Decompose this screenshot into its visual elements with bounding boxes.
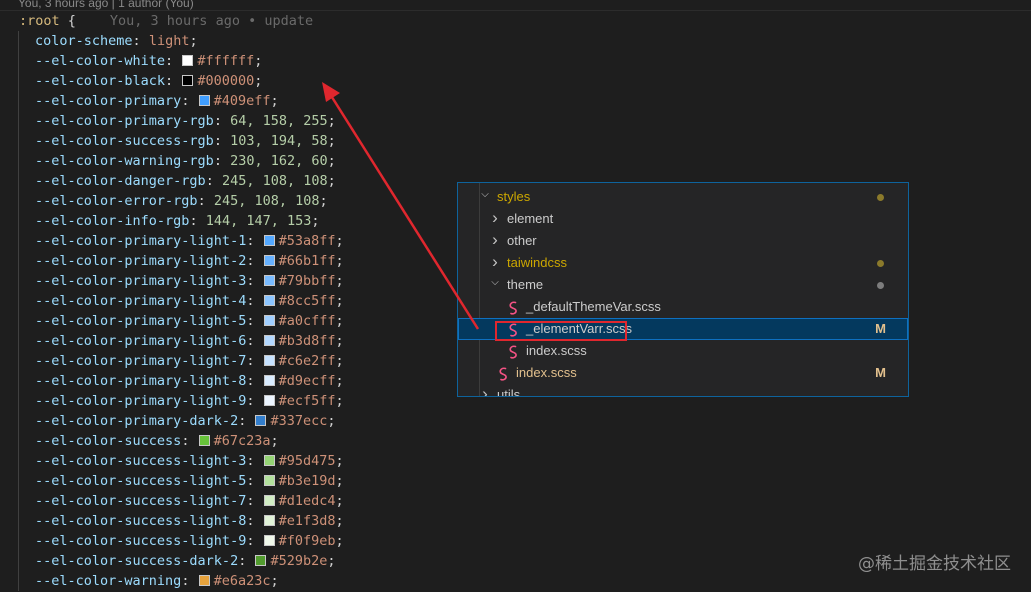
annotation-arrow (322, 82, 480, 330)
watermark: @稀土掘金技术社区 (858, 554, 1011, 574)
